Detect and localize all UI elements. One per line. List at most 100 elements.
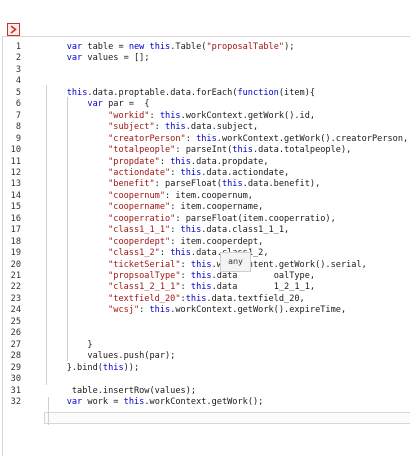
code-text[interactable]: this.data.proptable.data.forEach(functio…	[46, 87, 315, 99]
code-line[interactable]: 21 "propsoalType": this.data oalType,	[3, 270, 410, 282]
code-text[interactable]: values.push(par);	[46, 350, 175, 362]
code-line[interactable]: 24 "wcsj": this.workContext.getWork().ex…	[3, 304, 410, 316]
line-number: 6	[15, 99, 21, 110]
code-line[interactable]: 26	[3, 327, 410, 339]
code-line[interactable]: 10 "totalpeople": parseInt(this.data.tot…	[3, 144, 410, 156]
code-token: .data.benefit),	[242, 179, 321, 190]
code-line[interactable]: 7 "workid": this.workContext.getWork().i…	[3, 110, 410, 122]
code-text[interactable]: var values = [];	[46, 52, 150, 64]
code-line[interactable]: 3	[3, 64, 410, 76]
code-text[interactable]: "textfield_20":this.data.textfield_20,	[46, 293, 305, 305]
code-line[interactable]: 18 "cooperdept": item.cooperdept,	[3, 236, 410, 248]
code-token: this	[190, 271, 212, 281]
code-line[interactable]: 19 "class1_2": this.data.class1_2,	[3, 247, 410, 259]
code-text[interactable]: "workid": this.workContext.getWork().id,	[46, 110, 315, 122]
code-line[interactable]: 14 "coopernum": item.coopernum,	[3, 190, 410, 202]
code-token: "proposalTable"	[206, 42, 285, 52]
code-line[interactable]: 27 }	[3, 339, 410, 351]
code-line[interactable]: 23 "textfield_20":this.data.textfield_20…	[3, 293, 410, 305]
code-token: :	[180, 271, 191, 281]
code-line[interactable]: 4	[3, 75, 410, 87]
code-text[interactable]: "benefit": parseFloat(this.data.benefit)…	[46, 178, 320, 190]
code-text[interactable]: "propdate": this.data.propdate,	[46, 156, 268, 168]
code-token: .data.textfield_20,	[206, 293, 305, 304]
line-number: 10	[10, 145, 21, 156]
code-text[interactable]: "coopernum": item.coopernum,	[46, 190, 253, 202]
code-line[interactable]: 20 "ticketSerial": this.workContent.getW…	[3, 259, 410, 271]
code-token: .Table(	[170, 42, 207, 52]
code-text[interactable]: var work = this.workContext.getWork();	[46, 396, 264, 408]
code-text[interactable]: var par = {	[46, 98, 149, 110]
code-token: }	[46, 339, 93, 350]
code-token: :	[170, 225, 181, 236]
code-text[interactable]: var table = new this.Table("proposalTabl…	[46, 41, 295, 53]
code-editor[interactable]: 1 var table = new this.Table("proposalTa…	[2, 36, 410, 456]
code-line[interactable]: 8 "subject": this.data.subject,	[3, 121, 410, 133]
code-line[interactable]: 5 this.data.proptable.data.forEach(funct…	[3, 87, 410, 99]
code-line[interactable]: 2 var values = [];	[3, 52, 410, 64]
code-token: this	[165, 122, 186, 133]
code-line[interactable]: 22 "class1_2_1_1": this.data 1_2_1_1,	[3, 281, 410, 293]
code-text[interactable]: "ticketSerial": this.workContent.getWork…	[46, 259, 367, 271]
code-line[interactable]: 32 var work = this.workContext.getWork()…	[3, 396, 410, 408]
code-line[interactable]: 15 "coopername": item.coopername,	[3, 201, 410, 213]
code-token: this	[185, 293, 207, 304]
code-token: .workContext.getWork();	[144, 396, 264, 407]
code-text[interactable]: "class1_2_1_1": this.data 1_2_1_1,	[46, 281, 315, 293]
code-text[interactable]: "creatorPerson": this.workContext.getWor…	[46, 133, 408, 145]
code-text[interactable]: }	[46, 339, 93, 351]
line-number: 4	[15, 76, 21, 87]
code-line[interactable]: 1 var table = new this.Table("proposalTa…	[3, 41, 410, 53]
code-token: "class1_1_1"	[108, 225, 171, 236]
line-number: 25	[10, 316, 21, 327]
code-line[interactable]: 17 "class1_1_1": this.data.class1_1_1,	[3, 224, 410, 236]
code-line[interactable]: 6 var par = {	[3, 98, 410, 110]
code-text[interactable]: "wcsj": this.workContext.getWork().expir…	[46, 304, 346, 316]
code-text[interactable]: "propsoalType": this.data oalType,	[46, 270, 315, 282]
line-number: 7	[15, 110, 21, 121]
line-number: 22	[10, 282, 21, 293]
code-line[interactable]: 13 "benefit": parseFloat(this.data.benef…	[3, 178, 410, 190]
code-token: this	[149, 42, 171, 52]
code-line[interactable]: 12 "actiondate": this.data.actiondate,	[3, 167, 410, 179]
code-line[interactable]: 29 }.bind(this));	[3, 362, 410, 374]
code-token: );	[284, 42, 295, 52]
code-line[interactable]: 11 "propdate": this.data.propdate,	[3, 156, 410, 168]
editor-toolbar	[0, 0, 410, 36]
code-text[interactable]: "totalpeople": parseInt(this.data.totalp…	[46, 144, 351, 156]
code-token: var	[87, 99, 103, 110]
code-token: :	[170, 167, 181, 178]
line-number: 21	[10, 271, 21, 281]
code-text[interactable]: "actiondate": this.data.actiondate,	[46, 167, 289, 179]
line-number: 9	[15, 133, 21, 144]
code-text[interactable]: table.insertRow(values);	[46, 385, 196, 397]
tooltip-text: any	[228, 257, 243, 266]
code-line[interactable]: 30	[3, 373, 410, 385]
code-line[interactable]: 9 "creatorPerson": this.workContext.getW…	[3, 133, 410, 145]
toggle-button[interactable]	[7, 23, 20, 36]
code-token: this	[180, 225, 202, 236]
line-number: 26	[10, 328, 21, 339]
code-text[interactable]: "class1_1_1": this.data.class1_1_1,	[46, 224, 289, 236]
code-text[interactable]: "coopername": item.coopername,	[46, 201, 263, 213]
code-token: "coopername"	[108, 202, 171, 213]
code-line[interactable]: 16 "cooperratio": parseFloat(item.cooper…	[3, 213, 410, 225]
code-token: this	[190, 259, 212, 270]
code-line[interactable]: 25	[3, 316, 410, 328]
code-line[interactable]: 31 table.insertRow(values);	[3, 385, 410, 397]
code-text[interactable]: }.bind(this));	[46, 362, 139, 374]
code-token: values = [];	[82, 53, 150, 64]
code-text[interactable]: "cooperratio": parseFloat(item.cooperrat…	[46, 213, 336, 225]
code-text[interactable]: "subject": this.data.subject,	[46, 121, 258, 133]
code-token: "class1_2"	[108, 248, 160, 259]
code-text[interactable]: "cooperdept": item.cooperdept,	[46, 236, 263, 248]
code-token: .data.totalpeople),	[252, 145, 352, 156]
code-line[interactable]: 28 values.push(par);	[3, 350, 410, 362]
